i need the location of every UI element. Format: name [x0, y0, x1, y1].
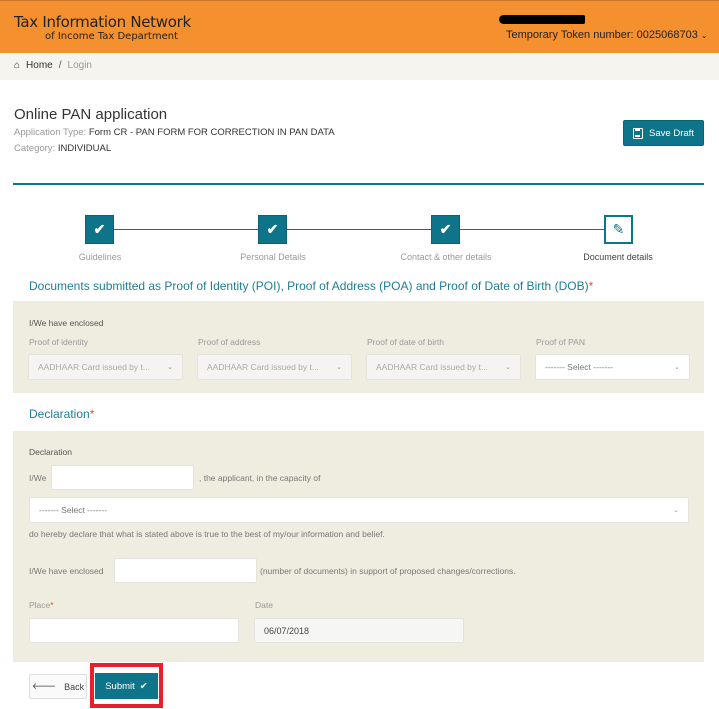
step-personal-details[interactable]: ✔	[258, 215, 287, 244]
step-label-document-details: Document details	[583, 252, 653, 262]
date-value: 06/07/2018	[264, 625, 310, 636]
enclosed-label: I/We have enclosed	[29, 318, 104, 328]
required-mark: *	[50, 600, 54, 610]
declaration-statement: do hereby declare that what is stated ab…	[29, 529, 385, 539]
breadcrumb-separator: /	[58, 60, 62, 71]
token-menu[interactable]: Temporary Token number: 0025068703 ⌄	[506, 29, 708, 41]
check-icon: ✔	[139, 680, 148, 692]
arrow-left-icon: 🡐	[31, 681, 57, 691]
breadcrumb-login: Login	[67, 60, 92, 71]
chevron-down-icon: ⌄	[336, 364, 342, 371]
documents-section-title: Documents submitted as Proof of Identity…	[29, 279, 593, 293]
step-document-details[interactable]: ✎	[604, 215, 633, 244]
declaration-title-text: Declaration	[29, 407, 90, 421]
declaration-label: Declaration	[29, 447, 72, 457]
pencil-icon: ✎	[612, 221, 625, 237]
date-input[interactable]: 06/07/2018	[254, 618, 464, 643]
applicant-name-input[interactable]	[51, 465, 194, 490]
redacted-username	[499, 15, 585, 24]
iwe-label: I/We	[29, 473, 47, 483]
place-input[interactable]	[29, 618, 239, 643]
site-header: Tax Information Network of Income Tax De…	[0, 0, 719, 53]
required-mark: *	[89, 407, 95, 421]
submit-label: Submit	[105, 680, 135, 692]
date-label: Date	[255, 600, 273, 610]
breadcrumb-home[interactable]: Home	[26, 60, 53, 71]
token-label: Temporary Token number: 0025068703	[506, 29, 698, 41]
proof-of-dob-select[interactable]: AADHAAR Card issued by t... ⌄	[366, 354, 521, 380]
proof-of-dob-label: Proof of date of birth	[367, 337, 445, 347]
back-button[interactable]: 🡐 Back	[29, 674, 87, 699]
proof-of-identity-label: Proof of identity	[29, 337, 89, 347]
category-value: INDIVIDUAL	[57, 143, 112, 154]
submit-button[interactable]: Submit ✔	[95, 673, 158, 699]
documents-title-text: Documents submitted as Proof of Identity…	[29, 279, 589, 293]
step-label-guidelines: Guidelines	[78, 252, 122, 262]
step-label-contact-details: Contact & other details	[400, 252, 492, 262]
check-icon: ✔	[266, 221, 279, 237]
place-label-text: Place	[29, 600, 51, 610]
brand-title: Tax Information Network	[14, 13, 191, 31]
chevron-down-icon: ⌄	[505, 364, 511, 371]
proof-of-address-value: AADHAAR Card issued by t...	[207, 362, 319, 372]
capacity-select[interactable]: ------- Select ------- ⌄	[29, 497, 689, 523]
breadcrumb: ⌂ Home / Login	[14, 60, 92, 71]
chevron-down-icon: ⌄	[700, 31, 708, 40]
back-label: Back	[64, 681, 85, 692]
proof-of-address-select[interactable]: AADHAAR Card issued by t... ⌄	[197, 354, 352, 380]
save-draft-button[interactable]: Save Draft	[623, 120, 704, 146]
floppy-disk-icon	[633, 127, 644, 139]
chevron-down-icon: ⌄	[674, 364, 680, 371]
breadcrumb-bar: ⌂ Home / Login	[0, 53, 719, 80]
application-type-value: Form CR - PAN FORM FOR CORRECTION IN PAN…	[88, 127, 335, 138]
chevron-down-icon: ⌄	[673, 507, 679, 514]
application-type-label: Application Type:	[14, 127, 87, 138]
enclosed-count-suffix: (number of documents) in support of prop…	[260, 566, 516, 576]
check-icon: ✔	[93, 221, 106, 237]
chevron-down-icon: ⌄	[167, 364, 173, 371]
category: Category: INDIVIDUAL	[14, 143, 111, 154]
step-label-personal-details: Personal Details	[240, 252, 306, 262]
category-label: Category:	[14, 143, 56, 154]
step-contact-details[interactable]: ✔	[431, 215, 460, 244]
documents-panel: I/We have enclosed Proof of identity AAD…	[13, 301, 704, 393]
proof-of-pan-value: ------- Select -------	[545, 362, 613, 372]
enclosed-count-label: I/We have enclosed	[29, 566, 104, 576]
stepper-line	[100, 229, 618, 230]
proof-of-identity-value: AADHAAR Card issued by t...	[38, 362, 150, 372]
place-label: Place*	[29, 600, 54, 610]
proof-of-pan-label: Proof of PAN	[536, 337, 585, 347]
proof-of-identity-select[interactable]: AADHAAR Card issued by t... ⌄	[28, 354, 183, 380]
proof-of-pan-select[interactable]: ------- Select ------- ⌄	[535, 354, 690, 380]
home-icon: ⌂	[14, 60, 21, 71]
document-count-input[interactable]	[114, 558, 257, 583]
capacity-select-value: ------- Select -------	[39, 505, 107, 515]
check-icon: ✔	[439, 221, 452, 237]
declaration-panel: Declaration I/We , the applicant, in the…	[13, 431, 704, 662]
proof-of-dob-value: AADHAAR Card issued by t...	[376, 362, 488, 372]
section-divider	[13, 183, 704, 185]
application-type: Application Type: Form CR - PAN FORM FOR…	[14, 127, 335, 138]
page-title: Online PAN application	[14, 106, 168, 123]
applicant-capacity-text: , the applicant, in the capacity of	[199, 473, 321, 483]
brand-subtitle: of Income Tax Department	[45, 31, 178, 42]
proof-of-address-label: Proof of address	[198, 337, 261, 347]
step-guidelines[interactable]: ✔	[85, 215, 114, 244]
required-mark: *	[588, 279, 594, 293]
save-draft-label: Save Draft	[649, 127, 694, 139]
declaration-section-title: Declaration*	[29, 407, 94, 421]
